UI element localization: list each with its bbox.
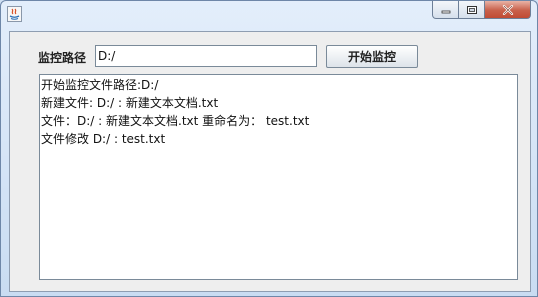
log-line: 新建文件: D:/ : 新建文本文档.txt — [41, 96, 219, 110]
window-controls — [432, 1, 531, 19]
log-line: 文件修改 D:/ : test.txt — [41, 132, 166, 146]
minimize-icon — [441, 10, 450, 13]
close-icon — [502, 4, 513, 15]
maximize-button[interactable] — [459, 1, 485, 19]
close-button[interactable] — [485, 1, 531, 19]
start-monitor-button[interactable]: 开始监控 — [326, 45, 418, 68]
log-line: 开始监控文件路径:D:/ — [41, 78, 159, 92]
content-panel: 监控路径 开始监控 开始监控文件路径:D:/ 新建文件: D:/ : 新建文本文… — [9, 31, 531, 292]
path-input[interactable] — [95, 45, 317, 67]
log-line: 文件：D:/ : 新建文本文档.txt 重命名为： test.txt — [41, 114, 310, 128]
title-bar[interactable] — [1, 1, 537, 27]
maximize-icon — [466, 5, 477, 14]
application-window: 监控路径 开始监控 开始监控文件路径:D:/ 新建文件: D:/ : 新建文本文… — [0, 0, 538, 297]
java-app-icon[interactable] — [7, 6, 22, 22]
log-text-area[interactable]: 开始监控文件路径:D:/ 新建文件: D:/ : 新建文本文档.txt 文件：D… — [39, 74, 518, 280]
path-label: 监控路径 — [38, 51, 87, 65]
minimize-button[interactable] — [432, 1, 459, 19]
